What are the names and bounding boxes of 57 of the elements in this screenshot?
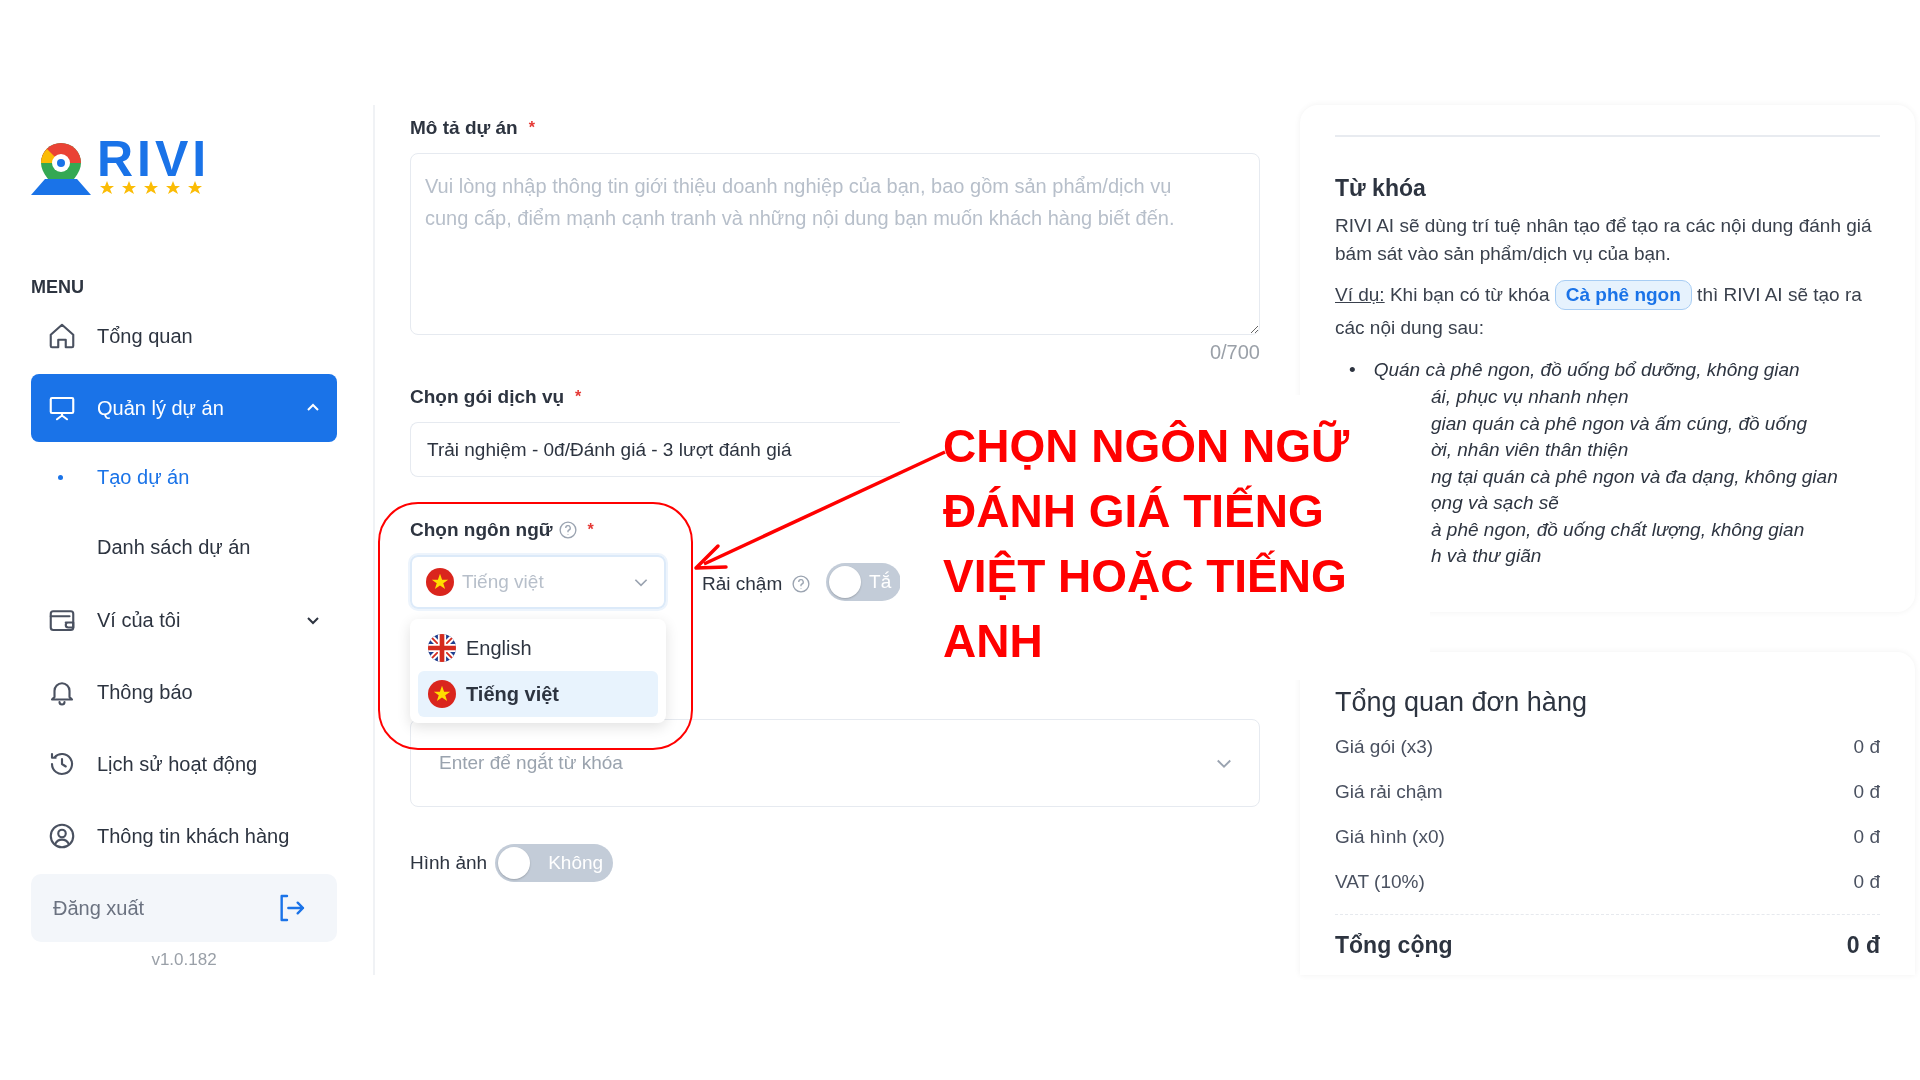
example-text: ng tại quán cà phê ngon và đa dạng, không gian — [1430, 464, 1839, 489]
sidebar-item[interactable]: Lịch sử hoạt động — [31, 730, 337, 798]
menu-heading: MENU — [31, 277, 85, 298]
summary-value: 0 đ — [1853, 825, 1880, 848]
character-counter: 0/700 — [1208, 341, 1260, 364]
example-text: ái, phục vụ nhanh nhẹn — [1430, 385, 1630, 409]
example-text: Ví dụ: Khi bạn có từ khóa Cà phê ngon thì RIVI AI sẽ tạo ra các nội dung sau: — [1335, 278, 1880, 344]
total-value: 0 đ — [1846, 931, 1880, 959]
example-text: ời, nhân viên thân thiện — [1430, 438, 1630, 462]
summary-value: 0 đ — [1853, 780, 1880, 803]
bullet: • — [1349, 358, 1356, 382]
summary-label: Giá gói (x3) — [1335, 735, 1434, 758]
union-flag-icon — [428, 634, 456, 662]
field-label: Hình ảnh — [410, 852, 488, 874]
submenu-item[interactable]: Tạo dự án — [31, 442, 337, 512]
card-title: Từ khóa — [1335, 175, 1427, 202]
sidebar-item[interactable]: Tổng quan — [31, 302, 337, 370]
dropdown-option[interactable]: Tiếng việt — [418, 671, 658, 717]
sidebar-item[interactable]: Thông báo — [31, 658, 337, 726]
required-mark: * — [575, 388, 582, 406]
summary-label: VAT (10%) — [1335, 870, 1425, 893]
home-icon — [47, 321, 77, 351]
user-icon — [47, 821, 77, 851]
required-mark: * — [528, 119, 535, 137]
summary-label: Giá hình (x0) — [1335, 825, 1445, 848]
summary-value: 0 đ — [1853, 870, 1880, 893]
star-flag-icon — [426, 568, 454, 596]
summary-value: 0 đ — [1853, 735, 1880, 758]
package-select[interactable]: Trải nghiệm - 0đ/Đánh giá - 3 lượt đánh giá — [410, 422, 900, 477]
example-text: h và thư giãn — [1430, 544, 1543, 568]
field-label: Chọn gói dịch vụ — [410, 386, 565, 408]
description-field[interactable]: Vui lòng nhập thông tin giới thiệu doanh nghiệp của bạn, bao gồm sản phẩm/dịch vụ cung cấp, điểm mạnh cạnh tranh và những nội dung bạn muốn khách hàng biết đến. — [410, 153, 1260, 335]
star-flag-icon — [428, 680, 456, 708]
help-icon — [558, 521, 577, 539]
logout-button[interactable]: Đăng xuất — [31, 874, 337, 942]
example-item: Quán cà phê ngon, đồ uống bổ dưỡng, không gian — [1373, 358, 1800, 382]
version-text: v1.0.182 — [150, 950, 218, 970]
example-text: ọng và sạch sẽ — [1430, 491, 1560, 515]
help-icon — [792, 575, 811, 593]
keyword-tag: Cà phê ngon — [1554, 280, 1692, 310]
sidebar-item[interactable]: Thông tin khách hàng — [31, 802, 337, 870]
example-text: à phê ngon, đồ uống chất lượng, không gian — [1430, 517, 1806, 542]
summary-label: Giá rải chậm — [1335, 780, 1443, 803]
sidebar-item[interactable]: Quản lý dự án — [31, 374, 337, 442]
field-label: Rải chậm — [702, 573, 783, 595]
submenu-item[interactable]: Danh sách dự án — [31, 512, 337, 582]
sidebar-item[interactable]: Ví của tôi — [31, 586, 337, 654]
intro-text: RIVI AI sẽ dùng trí tuệ nhân tạo để tạo ra các nội dung đánh giá bám sát vào sản phẩm/dịch vụ của bạn. — [1335, 214, 1873, 266]
card-title: Tổng quan đơn hàng — [1335, 687, 1588, 718]
required-mark: * — [587, 521, 594, 539]
example-text: gian quán cà phê ngon và ấm cúng, đồ uống — [1430, 411, 1809, 436]
total-label: Tổng cộng — [1335, 931, 1453, 959]
field-label: Chọn ngôn ngữ — [410, 519, 553, 541]
dropdown-option[interactable]: English — [418, 625, 658, 671]
logo-text: RIVI — [97, 137, 211, 181]
field-label: Mô tả dự án — [410, 117, 518, 139]
annotation-text: CHỌN NGÔN NGỮ ĐÁNH GIÁ TIẾNG VIỆT HOẶC TIẾNG ANH — [943, 419, 1350, 669]
